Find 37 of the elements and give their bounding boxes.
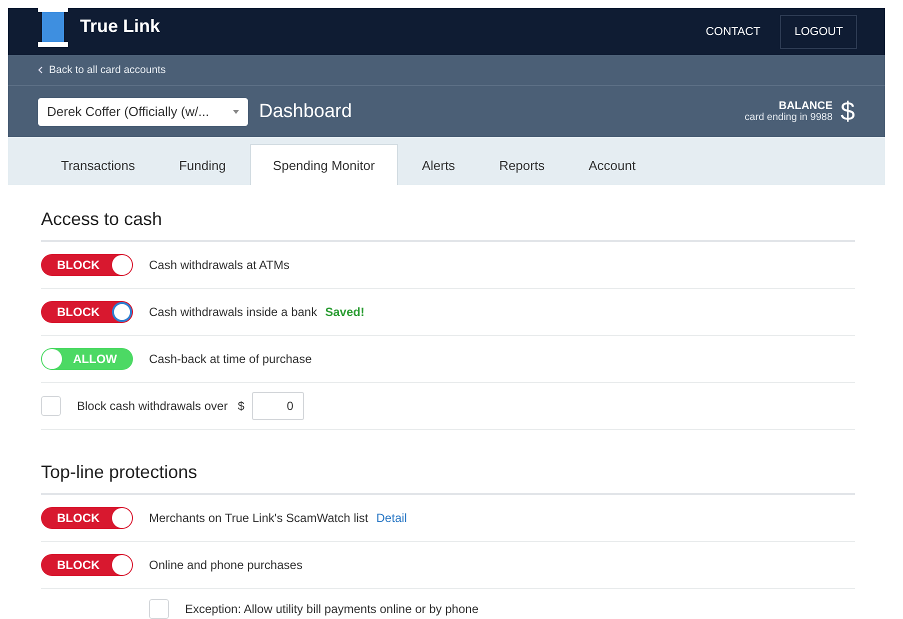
amount-field[interactable]: 0 [252,392,304,420]
nav-link[interactable]: LOGOUT [780,14,857,48]
nav-link[interactable]: CONTACT [692,14,774,48]
tab[interactable]: Transactions [41,145,155,185]
setting-label: Merchants on True Link's ScamWatch list [149,511,368,525]
saved-status: Saved! [325,305,364,319]
currency-sign: $ [238,399,244,413]
setting-label: Cash withdrawals at ATMs [149,258,290,272]
checkbox[interactable] [149,599,169,619]
toggle-switch[interactable]: BLOCK [41,554,133,576]
setting-label: Online and phone purchases [149,558,302,572]
balance-label: BALANCE [778,100,833,112]
tab[interactable]: Alerts [402,145,476,185]
setting-label: Block cash withdrawals over [77,399,228,413]
back-link[interactable]: Back to all card accounts [38,64,166,76]
tab[interactable]: Funding [158,145,246,185]
brand-name: True Link [80,16,160,37]
tab[interactable]: Spending Monitor [250,144,398,185]
chevron-left-icon [38,66,43,74]
toggle-switch[interactable]: BLOCK [41,254,133,276]
page-title: Dashboard [259,100,352,122]
spool-logo-icon [38,6,68,46]
account-select[interactable]: Derek Coffer (Officially (w/... [38,98,248,126]
setting-label: Exception: Allow utility bill payments online or by phone [185,602,478,616]
tab[interactable]: Reports [479,145,565,185]
tab[interactable]: Account [568,145,656,185]
checkbox[interactable] [41,396,61,416]
toggle-switch[interactable]: BLOCK [41,507,133,529]
section-title: Top-line protections [41,458,855,495]
toggle-switch[interactable]: BLOCK [41,301,133,323]
card-note: card ending in 9988 [744,112,833,123]
detail-link[interactable]: Detail [376,511,407,525]
caret-icon [233,110,239,114]
setting-label: Cash withdrawals inside a bank [149,305,318,319]
balance-currency: $ [840,96,855,127]
section-title: Access to cash [41,205,855,242]
setting-label: Cash-back at time of purchase [149,352,312,366]
